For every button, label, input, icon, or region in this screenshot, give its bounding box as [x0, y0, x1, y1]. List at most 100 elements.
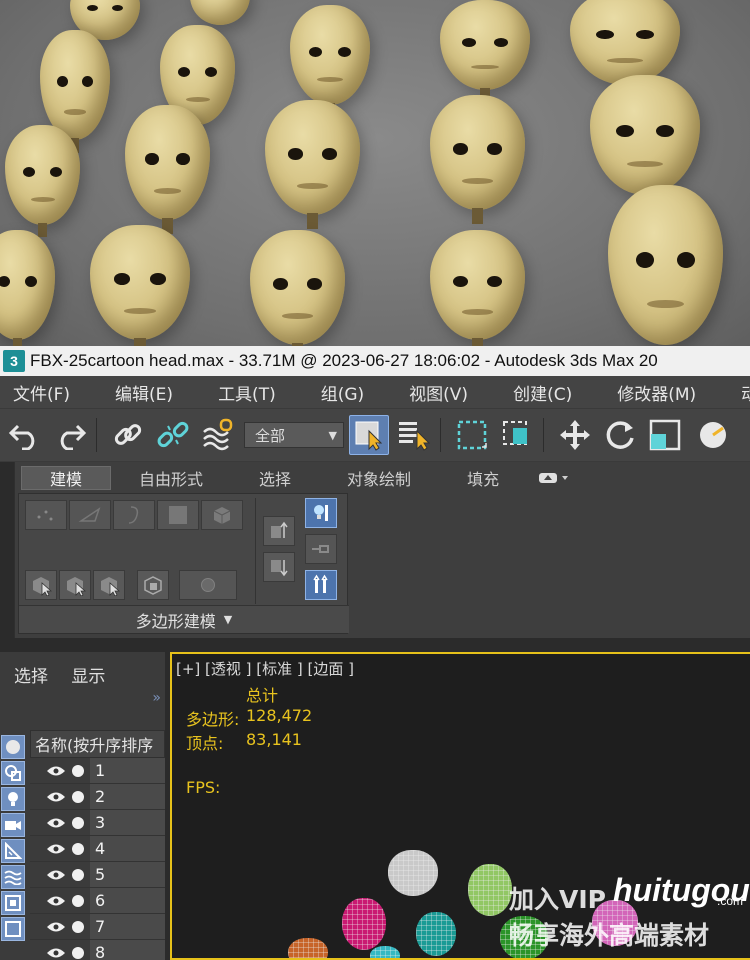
object-name: 6 — [90, 888, 165, 913]
render-toggle-icon[interactable] — [72, 868, 84, 881]
select-object-icon[interactable] — [349, 415, 389, 455]
explorer-menu-display[interactable]: 显示 — [71, 667, 105, 687]
select-by-name-icon[interactable] — [394, 415, 434, 455]
scale-icon[interactable] — [645, 415, 685, 455]
ribbon-options-icon[interactable] — [537, 470, 571, 486]
display-cameras-icon[interactable] — [1, 813, 25, 837]
display-lights-icon[interactable] — [1, 787, 25, 811]
window-title-bar[interactable]: 3 FBX-25cartoon head.max - 33.71M @ 2023… — [0, 346, 750, 376]
table-row[interactable]: 5 — [30, 862, 165, 888]
link-icon[interactable] — [108, 415, 148, 455]
wireframe-head-model[interactable] — [416, 912, 456, 956]
visibility-eye-icon[interactable] — [46, 947, 66, 959]
angle-snap-icon[interactable] — [690, 415, 730, 455]
unlink-icon[interactable] — [153, 415, 193, 455]
move-up-icon[interactable] — [263, 516, 295, 546]
bind-space-warp-icon[interactable] — [198, 415, 238, 455]
stats-vertices-value: 83,141 — [246, 730, 302, 749]
name-column-header[interactable]: 名称(按升序排序 — [30, 730, 165, 758]
render-toggle-icon[interactable] — [72, 842, 84, 855]
perspective-viewport[interactable]: [+] [透视 ] [标准 ] [边面 ] 总计 多边形: 128,472 顶点… — [170, 652, 750, 960]
select-subobject-icon[interactable] — [59, 570, 91, 600]
display-geometry-icon[interactable] — [1, 735, 25, 759]
border-mode-icon[interactable] — [113, 500, 155, 530]
stats-polygons-value: 128,472 — [246, 706, 313, 725]
display-shapes-icon[interactable] — [1, 761, 25, 785]
rotate-icon[interactable] — [600, 415, 640, 455]
explorer-menu-select[interactable]: 选择 — [14, 667, 48, 687]
explorer-menu: 选择 显示 — [14, 662, 123, 687]
menu-create[interactable]: 创建(C) — [513, 380, 572, 405]
pin-stack-icon[interactable] — [305, 534, 337, 564]
attach-icon[interactable] — [137, 570, 169, 600]
object-name: 4 — [90, 836, 165, 861]
render-toggle-icon[interactable] — [72, 920, 84, 933]
render-toggle-icon[interactable] — [72, 946, 84, 959]
menu-modifiers[interactable]: 修改器(M) — [617, 380, 696, 405]
display-groups-icon[interactable] — [1, 891, 25, 915]
show-end-result-icon[interactable] — [305, 498, 337, 528]
wireframe-head-model[interactable] — [370, 946, 400, 958]
menu-file[interactable]: 文件(F) — [13, 380, 70, 405]
expand-arrows-icon[interactable]: » — [152, 690, 161, 706]
wireframe-head-model[interactable] — [500, 916, 548, 958]
undo-icon[interactable] — [5, 415, 45, 455]
window-crossing-icon[interactable] — [497, 415, 537, 455]
render-toggle-icon[interactable] — [72, 894, 84, 907]
display-space-warps-icon[interactable] — [1, 865, 25, 889]
element-mode-icon[interactable] — [201, 500, 243, 530]
menu-animation[interactable]: 动画(A) — [741, 380, 750, 405]
edge-mode-icon[interactable] — [69, 500, 111, 530]
visibility-eye-icon[interactable] — [46, 817, 66, 829]
menu-group[interactable]: 组(G) — [321, 380, 364, 405]
wireframe-head-model[interactable] — [468, 864, 512, 916]
toggle-command-panel-icon[interactable] — [305, 570, 337, 600]
table-row[interactable]: 7 — [30, 914, 165, 940]
menu-tools[interactable]: 工具(T) — [218, 380, 276, 405]
render-toggle-icon[interactable] — [72, 816, 84, 829]
wireframe-head-model[interactable] — [388, 850, 438, 896]
tab-modeling[interactable]: 建模 — [21, 466, 112, 490]
render-toggle-icon[interactable] — [72, 790, 84, 803]
polygon-modeling-panel: 多边形建模 ▼ — [18, 493, 349, 634]
display-helpers-icon[interactable] — [1, 839, 25, 863]
wireframe-head-model[interactable] — [592, 900, 638, 946]
visibility-eye-icon[interactable] — [46, 791, 66, 803]
table-row[interactable]: 1 — [30, 758, 165, 784]
move-icon[interactable] — [555, 415, 595, 455]
viewport-label-menu[interactable]: [+] [透视 ] [标准 ] [边面 ] — [176, 658, 354, 679]
visibility-eye-icon[interactable] — [46, 843, 66, 855]
polygon-mode-icon[interactable] — [157, 500, 199, 530]
vertex-mode-icon[interactable] — [25, 500, 67, 530]
selection-filter-dropdown[interactable]: 全部 ▼ — [244, 422, 344, 448]
table-row[interactable]: 3 — [30, 810, 165, 836]
visibility-eye-icon[interactable] — [46, 765, 66, 777]
table-row[interactable]: 8 — [30, 940, 165, 960]
visibility-eye-icon[interactable] — [46, 895, 66, 907]
panel-label[interactable]: 多边形建模 ▼ — [19, 605, 349, 633]
table-row[interactable]: 6 — [30, 888, 165, 914]
tab-freeform[interactable]: 自由形式 — [111, 466, 231, 490]
preview-icon[interactable] — [179, 570, 237, 600]
move-down-icon[interactable] — [263, 552, 295, 582]
tab-populate[interactable]: 填充 — [439, 466, 527, 490]
tab-selection[interactable]: 选择 — [231, 466, 319, 490]
menu-edit[interactable]: 编辑(E) — [115, 380, 173, 405]
visibility-eye-icon[interactable] — [46, 921, 66, 933]
select-subobject-icon[interactable] — [25, 570, 57, 600]
redo-icon[interactable] — [50, 415, 90, 455]
select-subobject-icon[interactable] — [93, 570, 125, 600]
table-row[interactable]: 2 — [30, 784, 165, 810]
table-row[interactable]: 4 — [30, 836, 165, 862]
tab-object-paint[interactable]: 对象绘制 — [319, 466, 439, 490]
scene-explorer: 选择 显示 » 名称(按升序排序 1 2 3 4 5 6 7 8 — [0, 652, 165, 960]
render-toggle-icon[interactable] — [72, 764, 84, 777]
3ds-max-app-icon[interactable]: 3 — [3, 350, 25, 372]
rectangular-region-icon[interactable] — [452, 415, 492, 455]
wireframe-head-model[interactable] — [288, 938, 328, 958]
wireframe-head-model[interactable] — [342, 898, 386, 950]
visibility-eye-icon[interactable] — [46, 869, 66, 881]
display-xrefs-icon[interactable] — [1, 917, 25, 941]
explorer-filter-toolbar — [0, 734, 26, 960]
menu-views[interactable]: 视图(V) — [409, 380, 468, 405]
